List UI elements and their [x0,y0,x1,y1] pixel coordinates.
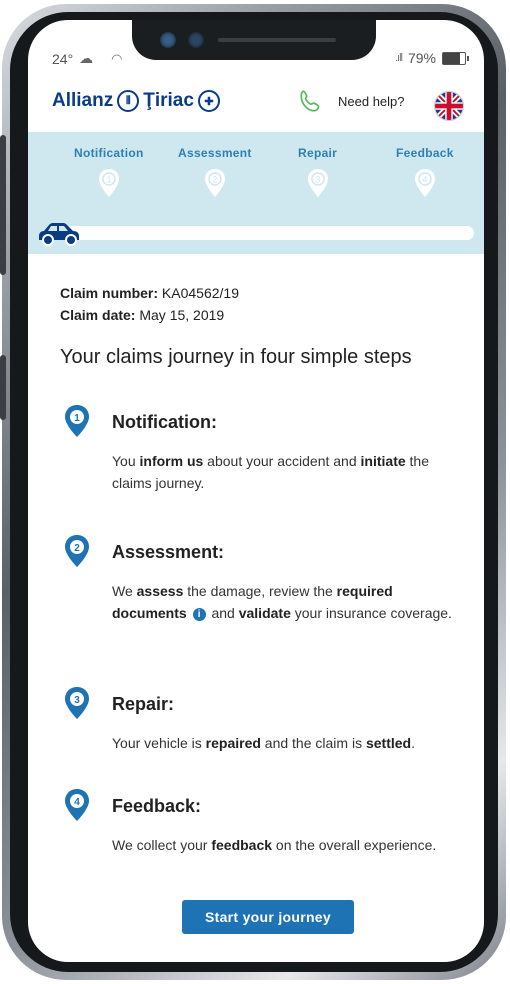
stage-pin-icon: 2 [65,535,89,567]
stage-pin-number: 3 [74,695,80,706]
step-pin-icon: 3 [307,169,328,197]
progress-steps: Notification 1 Assessment 2 Repair 3 Fee… [28,132,484,254]
stage-description: You inform us about your accident and in… [112,453,430,491]
phone-icon[interactable] [298,88,324,114]
info-icon[interactable]: i [192,607,206,621]
claim-number-row: Claim number: KA04562/19 [60,282,470,304]
wifi-icon: ◠ [111,50,123,66]
step-assessment[interactable]: Assessment 2 [178,146,252,203]
sensor-icon [188,32,204,48]
signal-icon: .ıll [394,52,403,64]
stage-description: We assess the damage, review the require… [112,583,452,621]
volume-button [0,135,6,275]
uk-flag-icon[interactable] [434,91,464,121]
stage-pin-number: 2 [74,543,80,554]
stage-title: Notification: [112,412,217,432]
step-pin-number: 4 [422,175,427,185]
stage-pin-icon: 4 [65,789,89,821]
logo-text: Allianz [52,90,114,111]
start-journey-button[interactable]: Start your journey [182,900,354,934]
claim-details: Claim number: KA04562/19 Claim date: May… [60,282,470,326]
stage-pin-number: 1 [74,413,80,424]
stage-title: Feedback: [112,796,202,816]
battery-fill [443,52,461,64]
power-button [0,355,6,420]
stage-pin-icon: 3 [65,687,89,719]
stage-description: Your vehicle is repaired and the claim i… [112,735,415,751]
step-pin-number: 3 [315,175,320,185]
step-pin-icon: 4 [414,169,435,197]
allianz-logo-icon: ⦀ [117,90,140,112]
stage-pin-icon: 1 [65,405,89,437]
step-pin-number: 1 [106,175,111,185]
stage-description: We collect your feedback on the overall … [112,837,437,853]
progress-track [48,226,474,240]
logo-partner: Ţiriac [143,90,194,111]
car-icon [39,223,79,246]
stage-title: Assessment: [112,542,225,562]
stage-pin-number: 4 [74,797,80,808]
claim-date-row: Claim date: May 15, 2019 [60,304,470,326]
step-label: Assessment [178,146,252,160]
step-notification[interactable]: Notification 1 [74,146,144,203]
stage-title: Repair: [112,694,175,714]
claim-date-value: May 15, 2019 [139,307,225,323]
step-pin-number: 2 [212,175,217,185]
cloud-icon: ☁ [79,50,94,66]
claim-date-label: Claim date: [60,307,136,323]
phone-screen: 24° ☁ ◠ .ıll 79% Allianz ⦀ Ţiriac ✚ Need… [28,20,484,962]
help-link[interactable]: Need help? [298,88,405,114]
notch [132,20,376,60]
logo: Allianz ⦀ Ţiriac ✚ [52,90,220,112]
battery-percent: 79% [407,50,436,66]
step-pin-icon: 1 [98,169,119,197]
step-label: Notification [74,146,144,160]
journey-title: Your claims journey in four simple steps [60,346,412,368]
app-header: Allianz ⦀ Ţiriac ✚ Need help? [28,76,484,132]
speaker [218,38,336,42]
tiriac-logo-icon: ✚ [197,90,220,112]
temperature: 24° [52,50,74,67]
camera-icon [160,32,176,48]
claim-number-label: Claim number: [60,285,159,301]
step-label: Feedback [396,146,454,160]
step-repair[interactable]: Repair 3 [298,146,337,203]
step-label: Repair [298,146,338,160]
step-feedback[interactable]: Feedback 4 [396,146,454,203]
need-help-label[interactable]: Need help? [338,94,405,109]
battery-icon [442,51,469,65]
claim-number-value: KA04562/19 [161,285,239,301]
step-pin-icon: 2 [204,169,225,197]
